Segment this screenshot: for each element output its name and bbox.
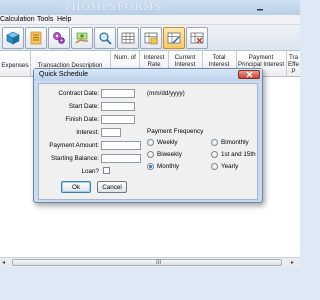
quick-schedule-dialog: Quick Schedule Contract Date: Start Date… — [33, 68, 263, 203]
start-date-field[interactable] — [101, 102, 135, 111]
ok-button[interactable]: Ok — [61, 181, 91, 193]
starting-balance-label: Starting Balance: — [51, 155, 99, 162]
toolbar-button-table-add[interactable] — [140, 27, 162, 49]
dialog-client-area: Contract Date: Start Date: Finish Date: … — [38, 83, 258, 200]
column-header-payment-principal-interest[interactable]: Payment Principal Interest — [237, 54, 285, 68]
menu-bar: Calculation Tools Help — [0, 15, 300, 25]
radio-bimonthly-label[interactable]: Bimonthly — [221, 139, 249, 146]
finish-date-label: Finish Date: — [65, 116, 99, 123]
starting-balance-field[interactable] — [101, 154, 141, 163]
radio-yearly-label[interactable]: Yearly — [221, 163, 238, 170]
toolbar-button-checklist[interactable] — [25, 27, 47, 49]
toolbar — [0, 25, 300, 51]
scroll-right-arrow-icon[interactable]: ▸ — [291, 259, 294, 266]
dialog-close-button[interactable] — [238, 70, 260, 79]
app-watermark: THOMPSFORMS — [64, 2, 163, 13]
radio-yearly[interactable] — [211, 163, 218, 170]
table-grid-edit-icon — [167, 32, 181, 44]
loan-checkbox[interactable] — [103, 167, 110, 174]
search-icon — [99, 32, 112, 45]
table-grid-remove-icon — [190, 32, 204, 44]
radio-biweekly-label[interactable]: Biweekly — [157, 151, 182, 158]
payment-frequency-label: Payment Frequency — [147, 128, 204, 135]
close-icon — [246, 71, 252, 78]
payment-amount-field[interactable] — [101, 141, 141, 150]
payment-amount-label: Payment Amount: — [49, 142, 99, 149]
table-grid-add-icon — [144, 32, 158, 45]
column-header-interest-rate[interactable]: Interest Rate — [140, 54, 168, 68]
table-grid-icon — [121, 32, 135, 44]
menu-calculation[interactable]: Calculation — [0, 16, 35, 23]
horizontal-scrollbar[interactable]: ◂ III ▸ — [0, 257, 300, 267]
loan-label: Loan? — [81, 168, 99, 175]
toolbar-button-search[interactable] — [94, 27, 116, 49]
window-titlebar: THOMPSFORMS — [0, 0, 300, 15]
cancel-button[interactable]: Cancel — [97, 181, 127, 193]
column-header-transaction-effective[interactable]: Tra Effe P — [287, 54, 300, 75]
status-bar — [0, 267, 300, 300]
radio-monthly[interactable] — [147, 163, 154, 170]
minimize-button[interactable] — [250, 0, 270, 15]
column-header-expenses[interactable]: Expenses — [0, 62, 30, 69]
gears-icon — [53, 32, 65, 44]
dialog-titlebar[interactable]: Quick Schedule — [34, 69, 262, 81]
menu-tools[interactable]: Tools — [37, 16, 53, 23]
contract-date-label: Contract Date: — [58, 90, 99, 97]
radio-weekly[interactable] — [147, 139, 154, 146]
radio-1st-and-15th-label[interactable]: 1st and 15th — [221, 151, 256, 158]
start-date-label: Start Date: — [68, 103, 99, 110]
toolbar-button-table-remove[interactable] — [186, 27, 208, 49]
column-header-total-interest[interactable]: Total Interest — [203, 54, 235, 68]
radio-1st-and-15th[interactable] — [211, 151, 218, 158]
dialog-title: Quick Schedule — [39, 71, 89, 78]
menu-help[interactable]: Help — [57, 16, 71, 23]
toolbar-button-table[interactable] — [117, 27, 139, 49]
column-header-current-interest[interactable]: Current Interest — [169, 54, 201, 68]
radio-bimonthly[interactable] — [211, 139, 218, 146]
interest-label: Interest: — [76, 129, 99, 136]
cube-icon — [6, 31, 20, 45]
toolbar-button-gears[interactable] — [48, 27, 70, 49]
radio-biweekly[interactable] — [147, 151, 154, 158]
radio-weekly-label[interactable]: Weekly — [157, 139, 178, 146]
finish-date-field[interactable] — [101, 115, 135, 124]
radio-monthly-label[interactable]: Monthly — [157, 163, 179, 170]
minimize-icon — [257, 8, 263, 10]
toolbar-button-table-edit[interactable] — [163, 27, 185, 49]
scroll-left-arrow-icon[interactable]: ◂ — [2, 259, 5, 266]
date-format-hint: (mm/dd/yyyy) — [147, 90, 185, 97]
interest-field[interactable] — [101, 128, 121, 137]
column-header-num-of[interactable]: Num. of — [111, 54, 139, 61]
hand-money-icon — [75, 32, 88, 44]
toolbar-button-payment[interactable] — [71, 27, 93, 49]
scrollbar-thumb[interactable]: III — [12, 259, 282, 266]
scrollbar-grip: III — [156, 260, 162, 266]
contract-date-field[interactable] — [101, 89, 135, 98]
checklist-icon — [30, 31, 42, 45]
toolbar-button-cube[interactable] — [2, 27, 24, 49]
